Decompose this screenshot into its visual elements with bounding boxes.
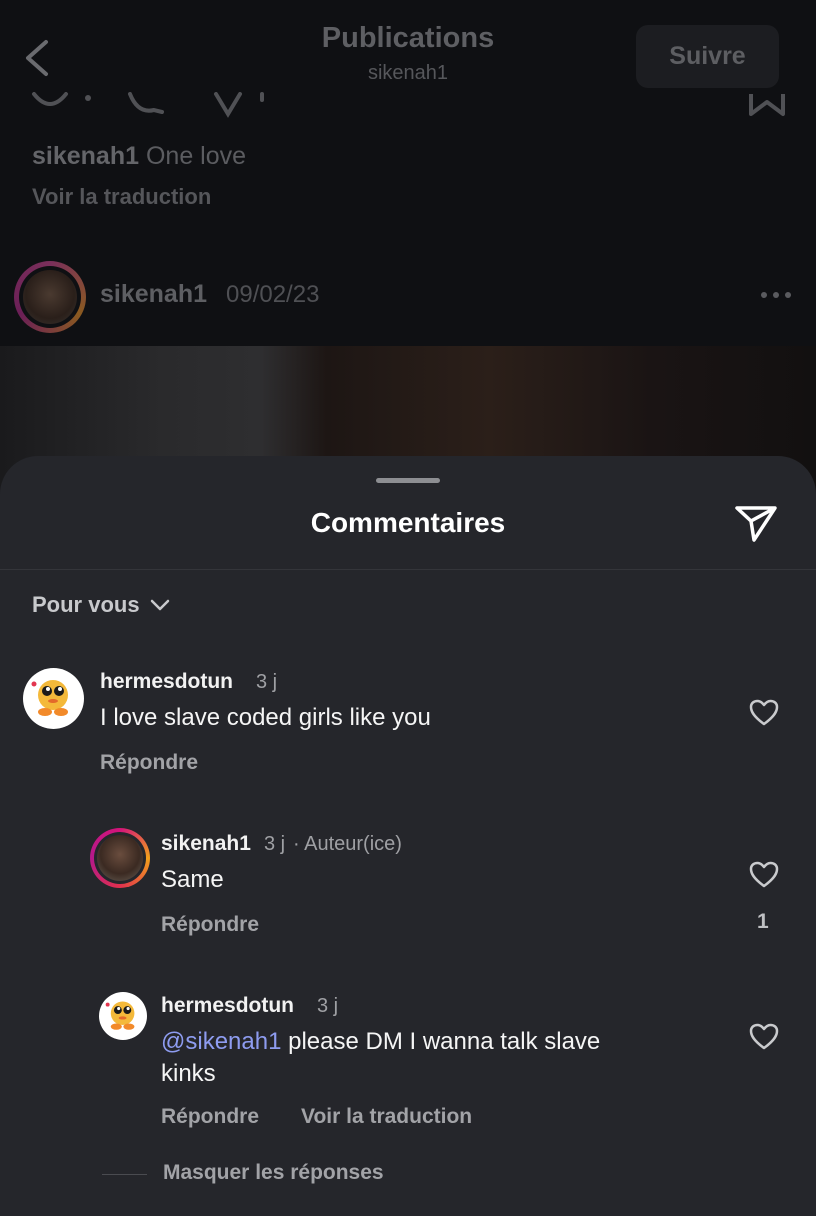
post-username[interactable]: sikenah1 [100,280,207,309]
bookmark-icon[interactable] [748,92,788,118]
reply-button[interactable]: Répondre [161,1105,259,1129]
comment-text: Same [161,866,224,893]
comment-username[interactable]: hermesdotun [161,994,294,1018]
emoji-avatar-icon [31,680,68,716]
see-translation-link[interactable]: Voir la traduction [32,184,211,210]
caption-text: One love [145,142,247,170]
caption-username[interactable]: sikenah1 [32,142,139,170]
comment-text-line1: please DM I wanna talk slave [281,1028,601,1055]
sheet-title: Commentaires [310,507,506,538]
comments-sheet: Commentaires Pour vous hermesdotun 3 j I… [0,456,816,1216]
comment-text-line2: kinks [161,1060,216,1087]
more-options-icon[interactable] [760,290,792,300]
comment-time: 3 j [256,671,278,693]
drag-handle[interactable] [376,478,440,483]
author-badge: · Auteur(ice) [293,833,402,855]
chevron-down-icon [150,599,169,611]
post-actions-icons [32,92,264,118]
emoji-avatar-icon [105,1001,135,1030]
filter-label: Pour vous [32,592,140,617]
mention-link[interactable]: @sikenah1 [161,1028,281,1055]
send-icon[interactable] [734,503,778,543]
comment-username[interactable]: sikenah1 [161,832,251,856]
heart-icon[interactable] [749,1023,779,1051]
divider [0,569,816,570]
comment-text: I love slave coded girls like you [100,704,431,731]
avatar[interactable] [90,828,150,888]
hide-replies-button[interactable]: Masquer les réponses [163,1161,384,1185]
comment-text: @sikenah1 please DM I wanna talk slave k… [161,1026,721,1090]
avatar[interactable] [99,992,147,1040]
avatar[interactable] [14,261,86,333]
avatar[interactable] [23,668,84,729]
heart-icon[interactable] [749,861,779,889]
follow-button[interactable]: Suivre [636,25,779,88]
comment-filter-dropdown[interactable]: Pour vous [32,592,170,618]
reply-button[interactable]: Répondre [161,913,259,937]
reply-button[interactable]: Répondre [100,751,198,775]
comment-time: 3 j [317,995,339,1017]
heart-icon[interactable] [749,699,779,727]
divider [102,1174,147,1175]
post-date: 09/02/23 [226,281,320,308]
post-caption: sikenah1 One love [32,142,246,171]
comment-username[interactable]: hermesdotun [100,670,233,694]
see-translation-link[interactable]: Voir la traduction [301,1105,472,1129]
like-count: 1 [757,910,769,933]
comment-time: 3 j [264,833,286,855]
